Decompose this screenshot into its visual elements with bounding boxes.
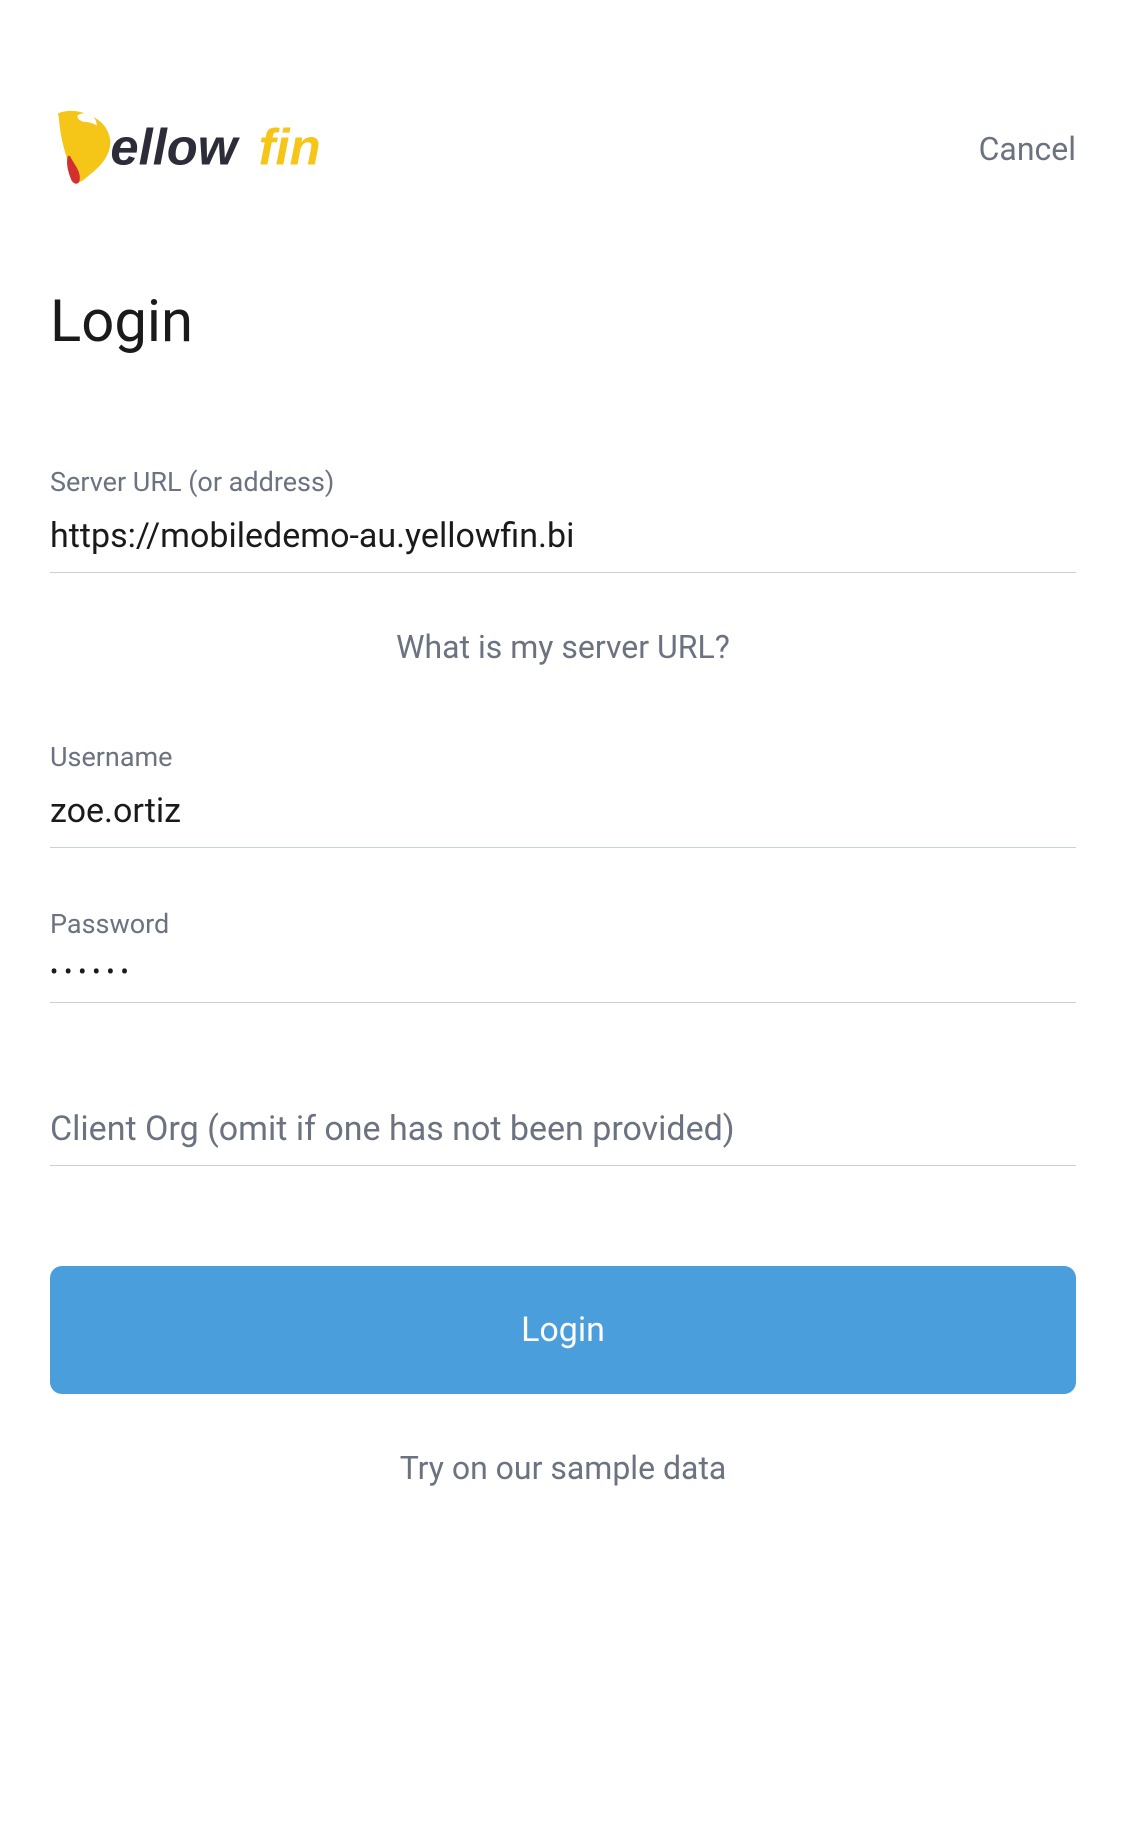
- cancel-button[interactable]: Cancel: [979, 130, 1076, 168]
- sample-data-link[interactable]: Try on our sample data: [50, 1449, 1076, 1487]
- client-org-input[interactable]: [50, 1103, 1076, 1166]
- svg-text:fin: fin: [259, 119, 321, 176]
- page-title: Login: [50, 288, 1076, 356]
- username-input[interactable]: [50, 785, 1076, 848]
- server-url-field-group: Server URL (or address): [50, 466, 1076, 573]
- client-org-field-group: [50, 1103, 1076, 1166]
- server-url-label: Server URL (or address): [50, 466, 1076, 498]
- server-url-help-link[interactable]: What is my server URL?: [50, 628, 1076, 666]
- password-input[interactable]: [50, 952, 1076, 1003]
- header: ellow fin Cancel: [50, 110, 1076, 188]
- yellowfin-logo: ellow fin: [50, 110, 360, 188]
- username-label: Username: [50, 741, 1076, 773]
- svg-text:ellow: ellow: [110, 119, 240, 176]
- login-button[interactable]: Login: [50, 1266, 1076, 1394]
- password-field-group: Password: [50, 908, 1076, 1003]
- password-label: Password: [50, 908, 1076, 940]
- username-field-group: Username: [50, 741, 1076, 848]
- server-url-input[interactable]: [50, 510, 1076, 573]
